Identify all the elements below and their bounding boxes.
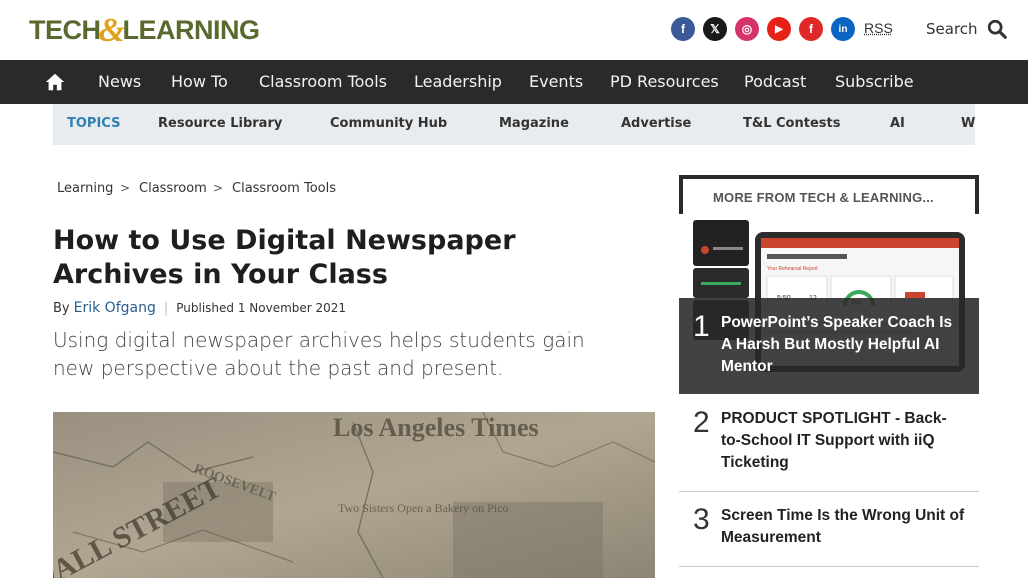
topics-label: TOPICS [67,116,121,131]
topic-w[interactable]: W [961,116,975,131]
article-title: How to Use Digital Newspaper Archives in… [53,225,516,290]
topic-ai[interactable]: AI [890,116,905,131]
x-icon[interactable]: 𝕏 [703,17,727,41]
nav-item-news[interactable]: News [98,72,141,91]
hero-text-masthead: Los Angeles Times [333,413,539,442]
sidebar-list-item[interactable]: 3 Screen Time Is the Wrong Unit of Measu… [679,491,979,566]
social-links: f 𝕏 ◎ ▶ f in [671,17,855,41]
search-icon [987,19,1007,39]
topic-magazine[interactable]: Magazine [499,116,569,131]
nav-item-events[interactable]: Events [529,72,583,91]
flipboard-icon[interactable]: f [799,17,823,41]
list-item-link[interactable]: Screen Time Is the Wrong Unit of Measure… [721,505,966,549]
nav-item-podcast[interactable]: Podcast [744,72,806,91]
site-header: TECH & LEARNING f 𝕏 ◎ ▶ f in RSS Search [0,0,1028,60]
breadcrumb-separator: > [120,181,131,195]
list-item-number: 2 [693,406,710,439]
nav-item-leadership[interactable]: Leadership [414,72,502,91]
search-button[interactable]: Search [926,18,1008,40]
logo-text-tech: TECH [29,14,101,45]
breadcrumb-classroom-tools[interactable]: Classroom Tools [232,181,336,196]
rss-link[interactable]: RSS [864,20,893,36]
hero-text-bakery: Two Sisters Open a Bakery on Pico [338,501,508,515]
logo-text-learning: LEARNING [122,14,260,45]
hero-image: Los Angeles Times WALL STREET Two Sister… [53,412,655,578]
list-item-number: 3 [693,503,710,536]
byline-prefix: By [53,300,70,316]
author-link[interactable]: Erik Ofgang [74,300,156,316]
logo-ampersand: & [98,12,125,49]
topic-resource-library[interactable]: Resource Library [158,116,282,131]
list-item-link[interactable]: PRODUCT SPOTLIGHT - Back-to-School IT Su… [721,408,966,474]
topic-tl-contests[interactable]: T&L Contests [743,116,840,131]
instagram-icon[interactable]: ◎ [735,17,759,41]
linkedin-icon[interactable]: in [831,17,855,41]
list-item-link[interactable]: PowerPoint’s Speaker Coach Is A Harsh Bu… [721,312,966,378]
sidebar-list-item[interactable]: 1 PowerPoint’s Speaker Coach Is A Harsh … [679,298,979,394]
nav-item-classroom-tools[interactable]: Classroom Tools [259,72,387,91]
list-divider [679,566,979,567]
sidebar-heading: MORE FROM TECH & LEARNING... [713,190,934,205]
search-label: Search [926,20,978,38]
facebook-icon[interactable]: f [671,17,695,41]
topics-bar: TOPICS Resource Library Community Hub Ma… [53,104,975,145]
nav-item-subscribe[interactable]: Subscribe [835,72,914,91]
home-icon[interactable] [44,71,66,93]
breadcrumb-classroom[interactable]: Classroom [139,181,207,196]
nav-item-how-to[interactable]: How To [171,72,228,91]
article-strapline: Using digital newspaper archives helps s… [53,328,585,380]
youtube-icon[interactable]: ▶ [767,17,791,41]
main-nav: News How To Classroom Tools Leadership E… [0,60,1028,104]
article-byline: By Erik Ofgang | Published 1 November 20… [53,300,346,316]
breadcrumb-learning[interactable]: Learning [57,181,113,196]
list-item-number: 1 [693,310,710,343]
sidebar-list-item[interactable]: 2 PRODUCT SPOTLIGHT - Back-to-School IT … [679,394,979,491]
report-title: Your Rehearsal Report [767,266,818,272]
site-logo[interactable]: TECH & LEARNING [29,12,260,49]
breadcrumb-separator: > [213,181,224,195]
newspaper-collage-image: Los Angeles Times WALL STREET Two Sister… [53,412,655,578]
published-date: Published 1 November 2021 [176,301,347,315]
nav-item-pd-resources[interactable]: PD Resources [610,72,719,91]
topic-advertise[interactable]: Advertise [621,116,691,131]
sidebar-heading-box: MORE FROM TECH & LEARNING... [679,175,979,214]
byline-divider: | [163,300,169,316]
topic-community-hub[interactable]: Community Hub [330,116,447,131]
